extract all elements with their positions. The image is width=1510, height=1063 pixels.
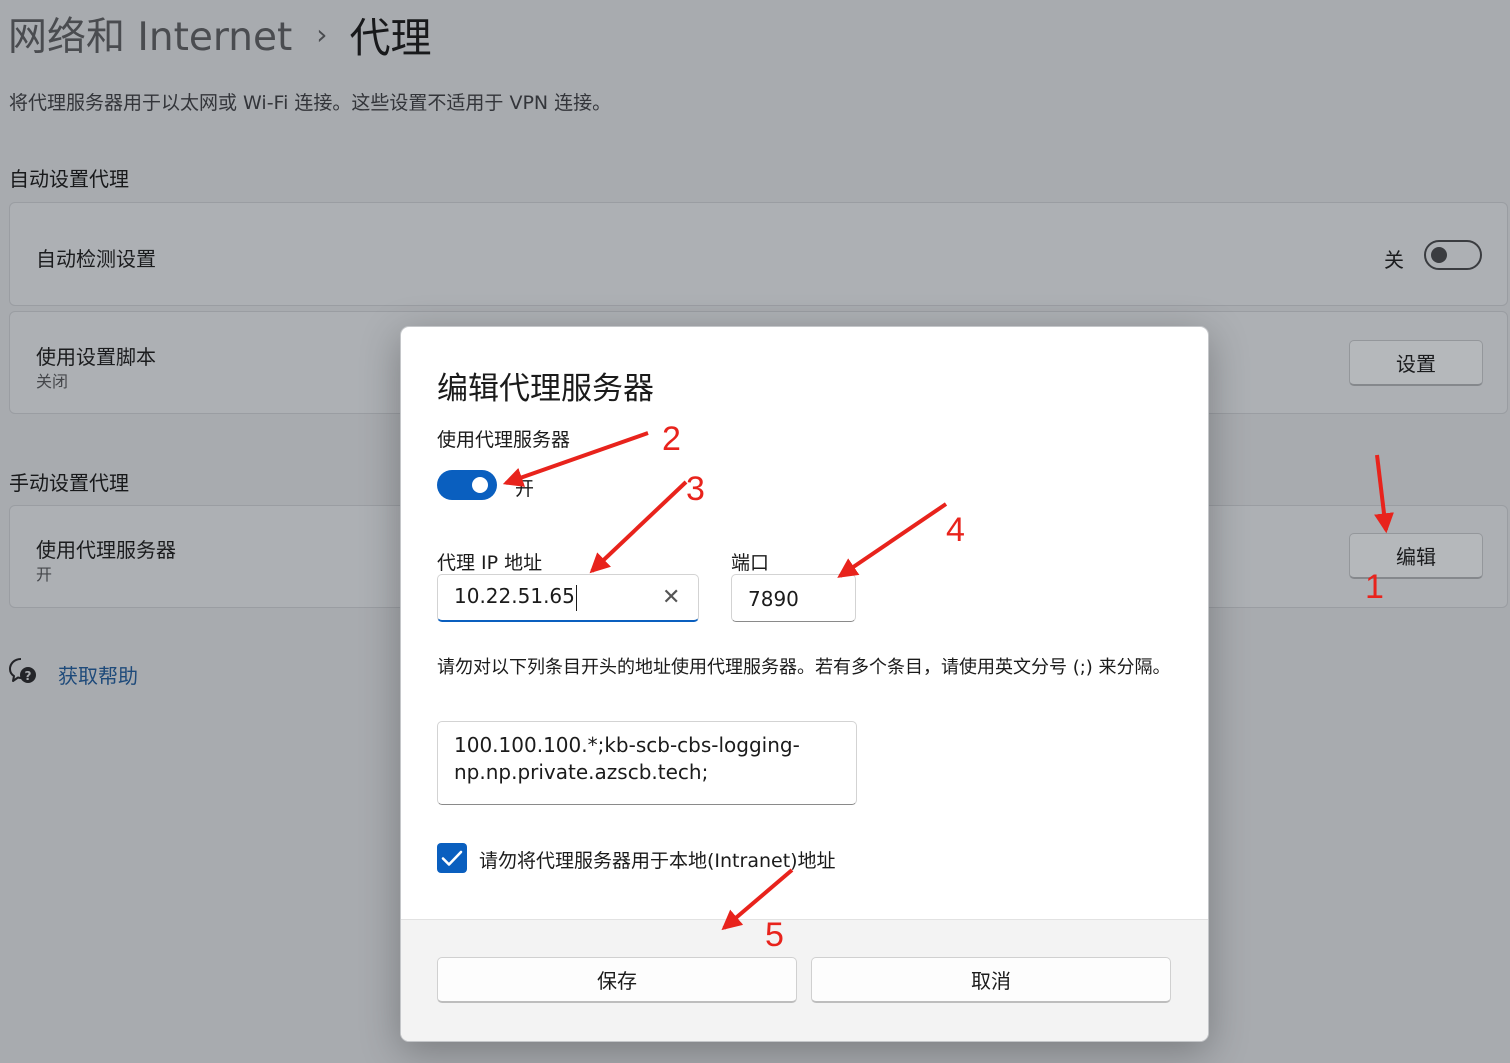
arrow-1 (1374, 454, 1394, 534)
arrow-4 (837, 502, 948, 578)
annotation-3: 3 (686, 470, 705, 508)
annotation-4: 4 (946, 511, 965, 549)
annotation-1: 1 (1365, 568, 1384, 606)
annotation-arrows (502, 431, 1394, 931)
arrow-3 (589, 480, 688, 574)
annotation-5: 5 (765, 916, 784, 954)
annotation-2: 2 (662, 420, 681, 458)
arrow-2 (502, 431, 649, 487)
